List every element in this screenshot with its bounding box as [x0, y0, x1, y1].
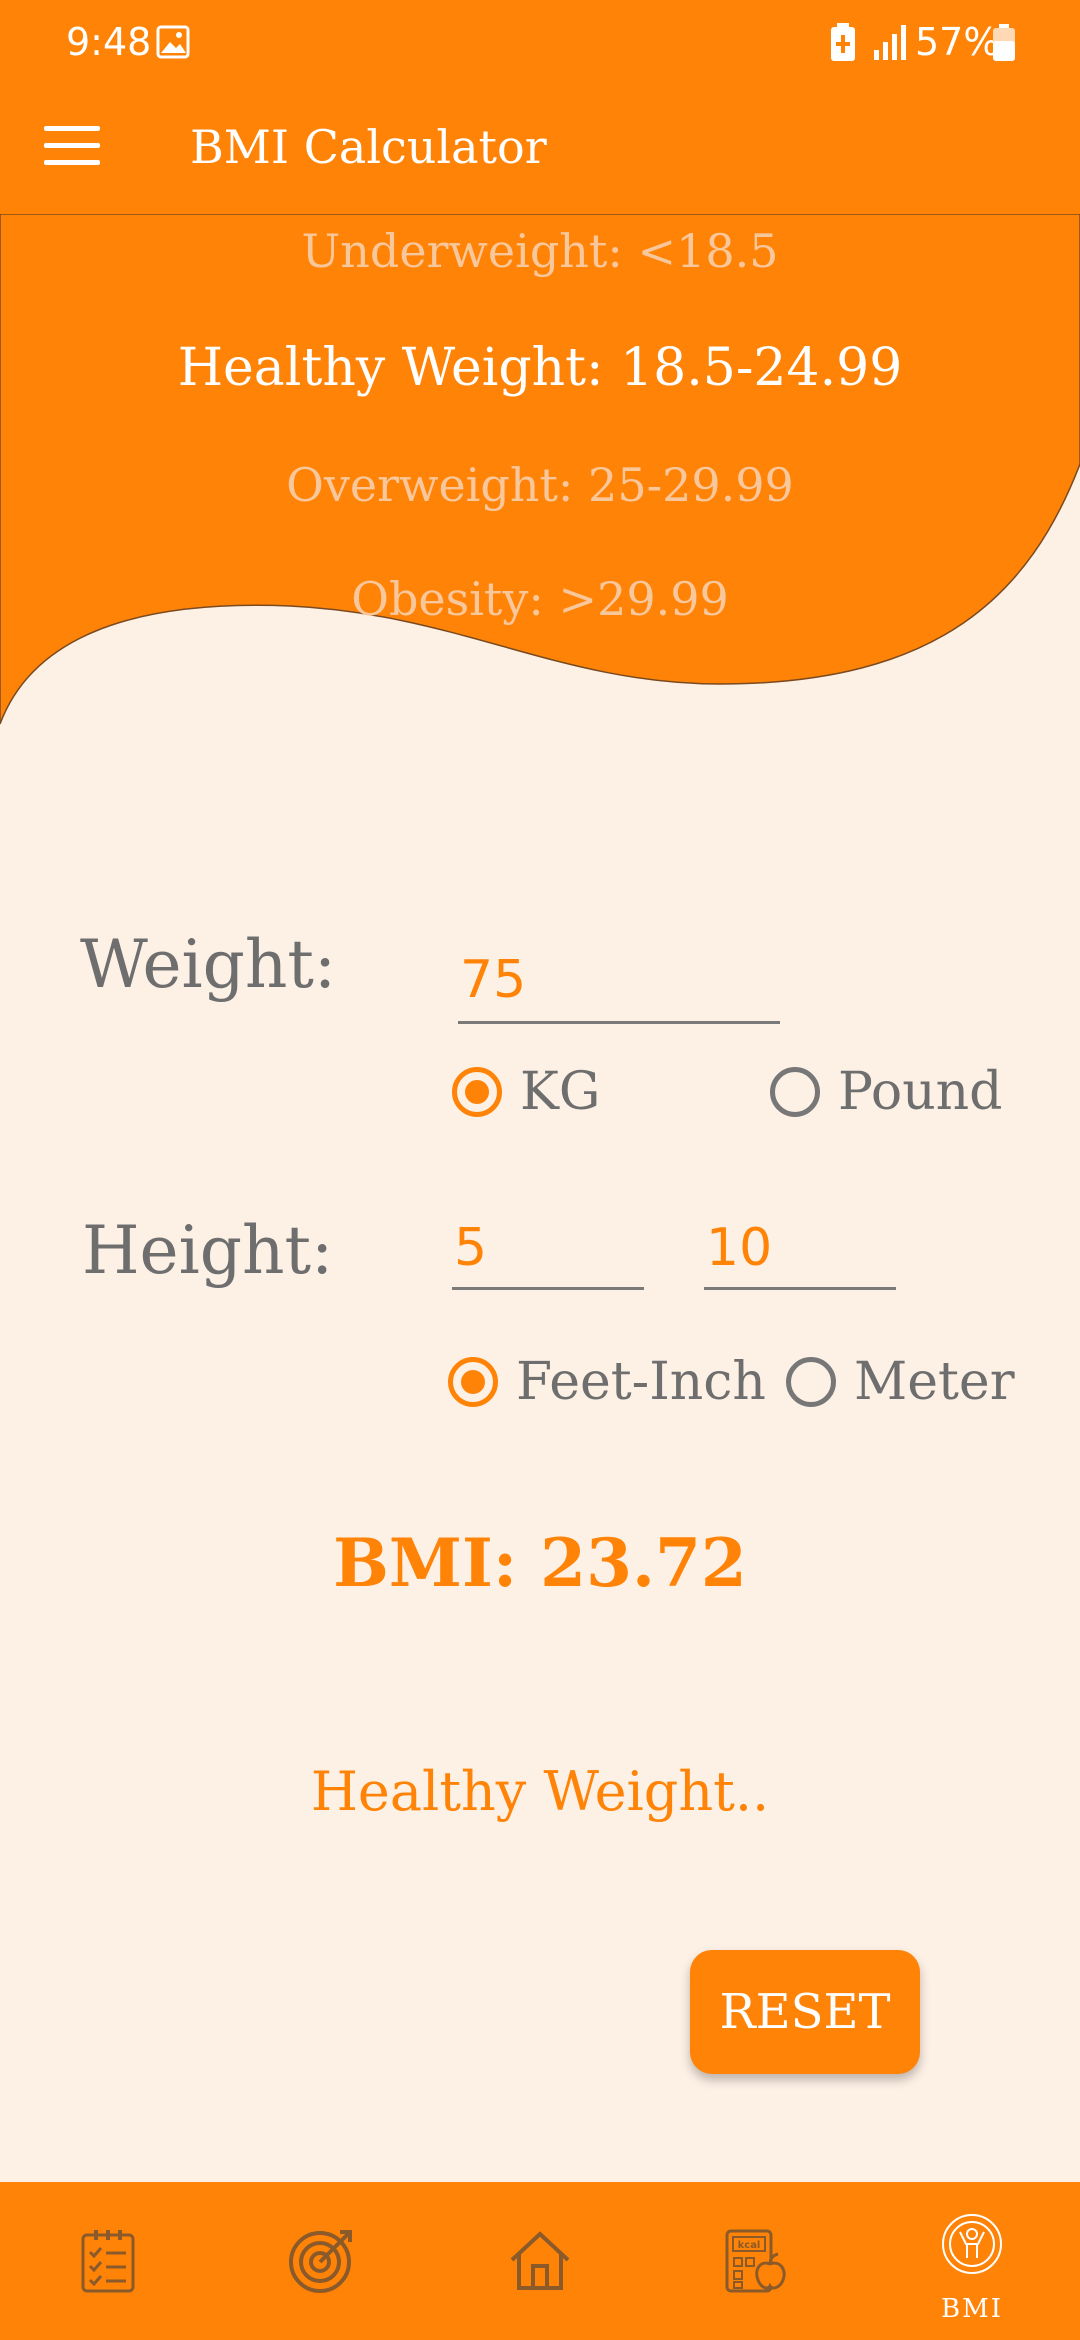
range-obesity: Obesity: >29.99 [351, 572, 729, 626]
nav-item-goal[interactable] [216, 2182, 432, 2340]
height-label: Height: [82, 1212, 334, 1289]
battery-saver-icon [831, 23, 855, 61]
checklist-icon [81, 2230, 135, 2293]
app-title: BMI Calculator [190, 120, 547, 174]
height-feet-input[interactable]: 5 [452, 1218, 644, 1290]
height-inch-input[interactable]: 10 [704, 1218, 896, 1290]
status-bar: 9:48 57% [0, 0, 1080, 86]
radio-unchecked-icon [786, 1357, 836, 1407]
target-icon [289, 2230, 352, 2293]
signal-icon [874, 25, 906, 60]
pound-radio-label: Pound [838, 1062, 1003, 1122]
nav-item-checklist[interactable] [0, 2182, 216, 2340]
nav-item-calorie-calculator[interactable]: kcal [648, 2182, 864, 2340]
nav-label-bmi: BMI [941, 2294, 1003, 2324]
gallery-icon [156, 25, 190, 59]
weight-input[interactable]: 75 [458, 950, 780, 1024]
nav-item-bmi[interactable]: BMI [864, 2182, 1080, 2340]
pound-radio[interactable]: Pound [770, 1062, 1002, 1122]
meter-radio[interactable]: Meter [786, 1352, 1015, 1412]
reset-button[interactable]: RESET [690, 1950, 920, 2074]
status-time: 9:48 [66, 20, 152, 64]
radio-checked-icon [452, 1067, 502, 1117]
home-icon [510, 2231, 570, 2290]
app-bar: BMI Calculator [0, 86, 1080, 216]
feet-inch-radio[interactable]: Feet-Inch [448, 1352, 766, 1412]
meter-radio-label: Meter [854, 1352, 1015, 1412]
battery-icon [993, 24, 1015, 61]
feet-inch-radio-label: Feet-Inch [516, 1352, 766, 1412]
range-underweight: Underweight: <18.5 [301, 224, 779, 278]
range-overweight: Overweight: 25-29.99 [286, 458, 794, 512]
radio-unchecked-icon [770, 1067, 820, 1117]
kg-radio-label: KG [520, 1062, 601, 1122]
range-healthy: Healthy Weight: 18.5-24.99 [177, 338, 903, 398]
nav-item-home[interactable] [432, 2182, 648, 2340]
menu-icon[interactable] [44, 126, 100, 176]
battery-percentage: 57% [915, 20, 1000, 64]
weight-label: Weight: [80, 926, 337, 1003]
bmi-value: BMI: 23.72 [333, 1524, 747, 1602]
svg-text:kcal: kcal [738, 2240, 761, 2251]
kg-radio[interactable]: KG [452, 1062, 600, 1122]
bottom-nav: kcal BMI [0, 2182, 1080, 2340]
bmi-icon [942, 2214, 1002, 2274]
calorie-calculator-icon: kcal [725, 2229, 786, 2293]
bmi-status: Healthy Weight.. [310, 1760, 770, 1823]
radio-checked-icon [448, 1357, 498, 1407]
